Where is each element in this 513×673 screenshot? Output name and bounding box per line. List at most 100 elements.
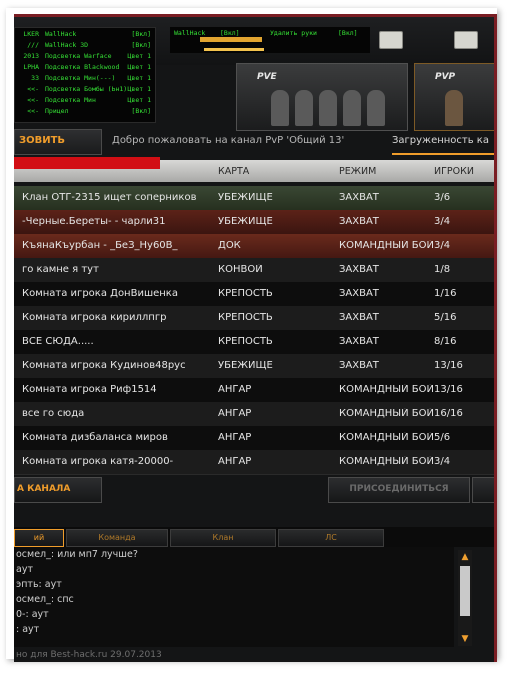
channel-button[interactable]: ЗОВИТЬ [14,129,102,155]
room-map: КРЕПОСТЬ [218,336,273,347]
table-row[interactable]: ВСЕ СЮДА..... КРЕПОСТЬ ЗАХВАТ 8/16 [14,330,494,355]
room-mode: КОМАНДНЫЙ БОЙ [339,456,434,467]
table-row[interactable]: -Черные.Береты- - чарли31 УБЕЖИЩЕ ЗАХВАТ 3/… [14,210,494,235]
cheat-row: /// WallHack 3D [Вкл] [15,41,155,50]
soldier-icon [319,90,337,126]
table-row[interactable]: го камне я тут КОНВОЙ ЗАХВАТ 1/8 [14,258,494,283]
cheat-row: LKER WallHack [Вкл] [15,30,155,39]
window-control-button[interactable] [454,31,478,49]
cheat-name: Подсветка Warface [45,52,112,60]
watermark-footer: но для Best-hack.ru 29.07.2013 [14,649,494,662]
room-mode: ЗАХВАТ [339,192,379,203]
chat-tab-label: Клан [212,533,234,542]
game-lobby-screenshot: LKER WallHack [Вкл] /// WallHack 3D [Вкл] 2013… [14,14,497,662]
room-mode: КОМАНДНЫЙ БОЙ [339,384,434,395]
window-control-button[interactable] [379,31,403,49]
table-row[interactable]: Комната игрока Кудинов48рус УБЕЖИЩЕ ЗАХВАТ… [14,354,494,379]
mode-tab-pvp[interactable]: PVP [414,63,494,131]
pve-label: PVE [257,72,277,82]
join-button[interactable]: ПРИСОЕДИНИТЬСЯ [328,477,470,503]
table-row[interactable]: Клан ОТГ-2315 ищет соперников УБЕЖИЩЕ ЗАХВ… [14,186,494,211]
cheat-value: [Вкл] [131,107,151,115]
room-map: УБЕЖИЩЕ [218,192,273,203]
cheat-value: [Вкл] [131,30,151,38]
room-players: 3/6 [434,192,451,203]
col-header-map[interactable]: КАРТА [218,166,336,177]
chat-tab-label: Команда [98,533,136,542]
room-map: УБЕЖИЩЕ [218,216,273,227]
soldier-icon [445,90,463,126]
armor-bar [204,48,264,51]
chat-line: осмел_: или мп7 лучше? [16,549,138,560]
table-row[interactable]: Комната игрока Риф1514 АНГАР КОМАНДНЫЙ БОЙ… [14,378,494,403]
col-header-players[interactable]: ИГРОКИ [434,166,489,177]
footer-text: но для Best-hack.ru 29.07.2013 [16,650,162,660]
room-mode: ЗАХВАТ [339,360,379,371]
cheat-name: Подсветка Мин [45,96,96,104]
room-players: 5/6 [434,432,451,443]
chat-tab-team[interactable]: Команда [66,529,168,547]
mode-tab-pve[interactable]: PVE [236,63,408,131]
cheat-row: LPHA Подсветка Blackwood Цвет 1 [15,63,155,72]
channel-button-label: ЗОВИТЬ [19,135,66,146]
chat-tab-general[interactable]: ий [14,529,64,547]
cheat-name: Подсветка Мин(---) [45,74,116,82]
cheat-value: Цвет 1 [127,63,151,71]
cheat-name: Прицел [45,107,69,115]
scroll-down-icon[interactable]: ▼ [460,634,470,644]
chat-line: эпть: аут [16,579,62,590]
channel-select-button[interactable]: А КАНАЛА [14,477,102,503]
cheat-name: Удалить руки [270,29,317,37]
room-name: Комната игрока катя-20000- [22,456,174,467]
cheat-name: Подсветка Бомбы (Ьн1) [45,85,128,93]
room-map: ДОК [218,240,241,251]
cheat-row: 33 Подсветка Мин(---) Цвет 1 [15,74,155,83]
soldier-icon [271,90,289,126]
extra-button[interactable] [472,477,494,503]
room-map: АНГАР [218,408,252,419]
room-map: АНГАР [218,432,252,443]
chat-line: аут [16,564,33,575]
room-players: 13/16 [434,360,463,371]
table-row[interactable]: Комната игрока катя-20000- АНГАР КОМАНДНЫЙ… [14,450,494,475]
cheat-key: <<- [27,85,39,93]
scroll-up-icon[interactable]: ▲ [460,552,470,562]
table-row[interactable]: КъянаКъурбан - _БеЗ_Ну60В_ ДОК КОМАНДНЫЙ Б… [14,234,494,259]
room-players: 1/8 [434,264,451,275]
room-players: 16/16 [434,408,463,419]
chat-line: : аут [16,624,40,635]
room-map: КРЕПОСТЬ [218,312,273,323]
cheat-key: <<- [27,107,39,115]
cheat-name: WallHack [45,30,77,38]
cheat-key: 33 [31,74,39,82]
cheat-value: [Вкл] [131,41,151,49]
cheat-row: <<- Подсветка Бомбы (Ьн1) Цвет 1 [15,85,155,94]
room-name: ВСЕ СЮДА..... [22,336,94,347]
room-name: КъянаКъурбан - _БеЗ_Ну60В_ [22,240,178,251]
cheat-key: 2013 [23,52,39,60]
room-map: УБЕЖИЩЕ [218,360,273,371]
cheat-value: [Вкл] [338,29,358,37]
scroll-thumb[interactable] [460,566,470,616]
chat-tab-pm[interactable]: ЛС [278,529,384,547]
room-mode: ЗАХВАТ [339,288,379,299]
table-row[interactable]: Комната игрока ДонВишенка КРЕПОСТЬ ЗАХВАТ 1… [14,282,494,307]
room-name: го камне я тут [22,264,99,275]
room-name: Комната игрока Риф1514 [22,384,157,395]
cheat-row: <<- Подсветка Мин Цвет 1 [15,96,155,105]
chat-tab-clan[interactable]: Клан [170,529,276,547]
table-row[interactable]: все го сюда АНГАР КОМАНДНЫЙ БОЙ 16/16 [14,402,494,427]
cheat-name: WallHack 3D [45,41,89,49]
cheat-menu-left: LKER WallHack [Вкл] /// WallHack 3D [Вкл] 2013… [14,27,156,123]
cheat-key: /// [27,41,39,49]
room-players: 13/16 [434,384,463,395]
chat-scrollbar[interactable]: ▲ ▼ [458,550,472,646]
room-name: Комната дизбаланса миров [22,432,168,443]
soldier-icon [295,90,313,126]
room-players: 8/16 [434,336,457,347]
channel-select-label: А КАНАЛА [17,484,71,494]
room-mode: ЗАХВАТ [339,336,379,347]
col-header-mode[interactable]: РЕЖИМ [339,166,434,177]
table-row[interactable]: Комната дизбаланса миров АНГАР КОМАНДНЫЙ Б… [14,426,494,451]
table-row[interactable]: Комната игрока кириллпгр КРЕПОСТЬ ЗАХВАТ 5/… [14,306,494,331]
